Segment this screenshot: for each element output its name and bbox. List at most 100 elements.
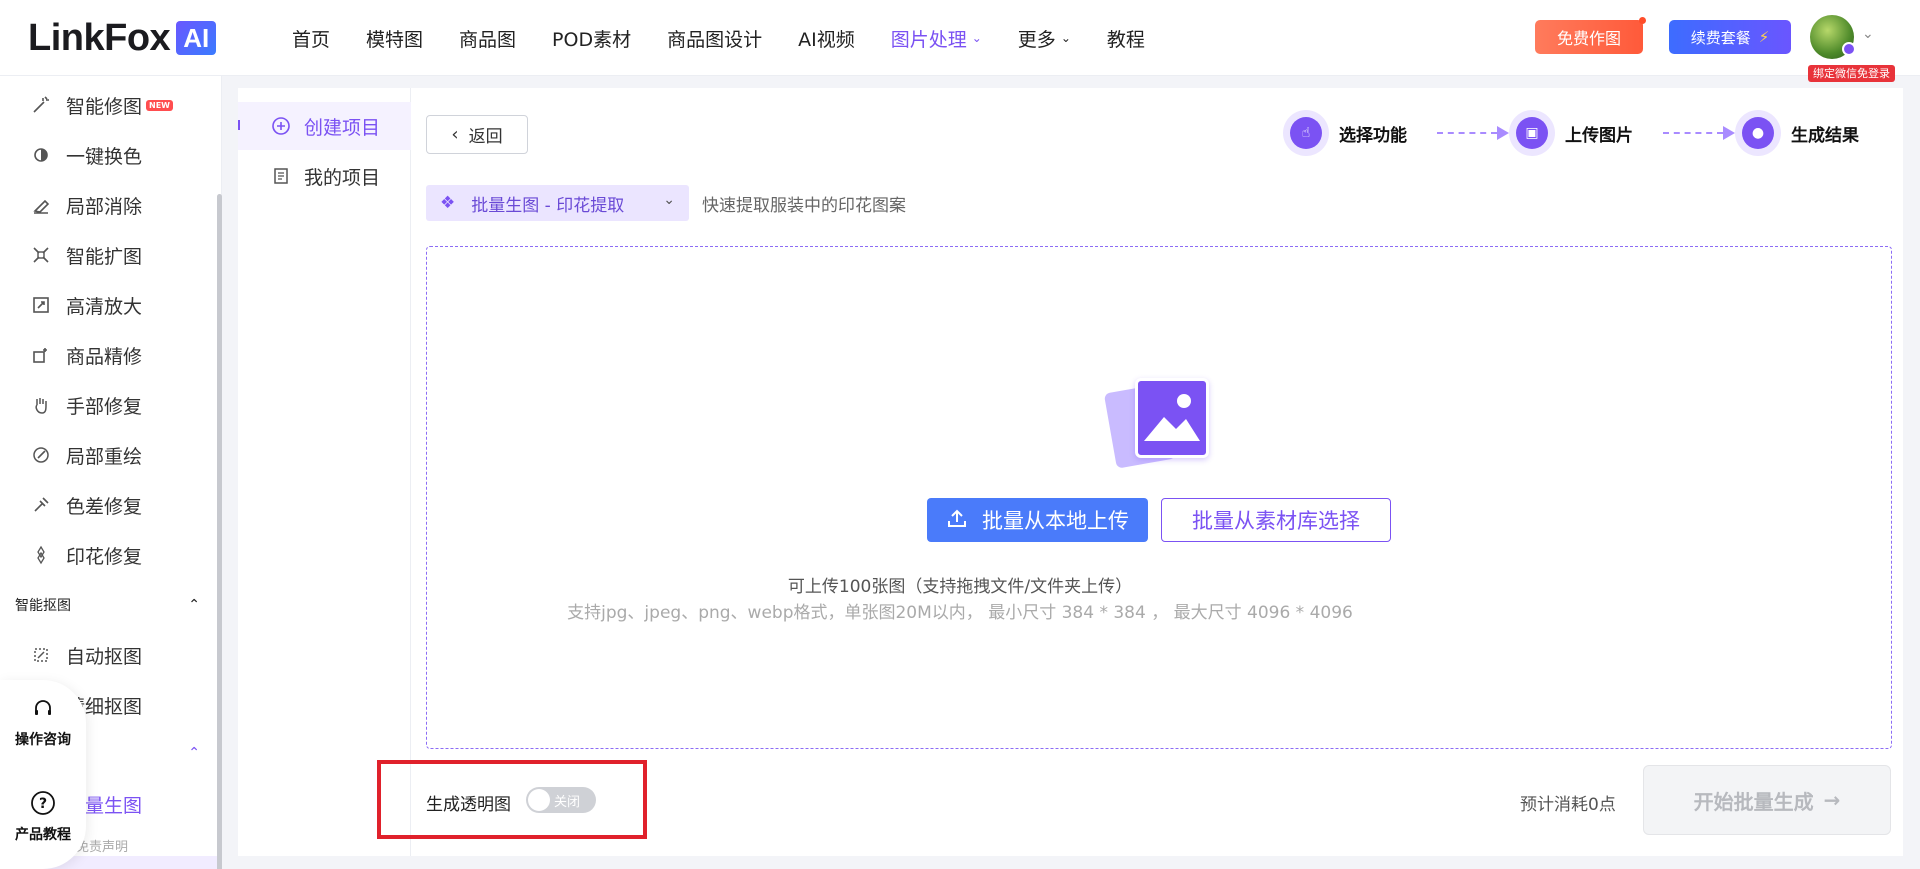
function-description: 快速提取服装中的印花图案: [702, 196, 906, 216]
sidebar-item-hand-fix[interactable]: 手部修复: [30, 390, 142, 420]
sidebar-item-label: 局部重绘: [66, 445, 143, 468]
color-swap-icon: [30, 144, 52, 166]
sidebar-item-print-fix[interactable]: 印花修复: [30, 540, 142, 570]
wechat-bind-tag[interactable]: 绑定微信免登录: [1808, 65, 1895, 82]
crown-badge-icon: [1842, 42, 1856, 56]
sidebar-scrollbar[interactable]: [217, 194, 222, 869]
step-label: 上传图片: [1565, 125, 1633, 146]
sidebar-item-label: 印花修复: [66, 545, 143, 568]
sidebar-item-label: 智能扩图: [66, 245, 143, 268]
nav-label: 商品图: [459, 28, 517, 51]
sidebar-item-upscale[interactable]: 高清放大: [30, 290, 142, 320]
tutorial-button[interactable]: ? 产品教程: [0, 790, 86, 844]
project-subpanel: 创建项目 我的项目: [238, 88, 411, 856]
new-badge: NEW: [146, 99, 173, 111]
chevron-down-icon[interactable]: ⌄: [1862, 26, 1874, 42]
nav-label: 首页: [292, 28, 331, 51]
nav-product-design[interactable]: 商品图设计: [667, 25, 762, 52]
nav-more[interactable]: 更多 ⌄: [1018, 25, 1071, 52]
help-circle-icon: ?: [30, 790, 56, 820]
sidebar-item-label: 一键换色: [66, 145, 143, 168]
sidebar-item-label: 色差修复: [66, 495, 143, 518]
transparent-label: 生成透明图: [426, 795, 511, 815]
consult-button[interactable]: 操作咨询: [0, 697, 86, 749]
chevron-down-icon: ⌄: [1060, 31, 1071, 45]
main-nav: 首页 模特图 商品图 POD素材 商品图设计 AI视频 图片处理 ⌄ 更多 ⌄ 教程: [292, 0, 1181, 76]
upload-hint: 可上传100张图（支持拖拽文件/文件夹上传）: [787, 577, 1133, 597]
sidebar-item-label: 手部修复: [66, 395, 143, 418]
my-projects-tab[interactable]: 我的项目: [238, 152, 411, 200]
nav-pod[interactable]: POD素材: [552, 25, 631, 52]
expand-icon: [30, 244, 52, 266]
sidebar-item-smart-retouch[interactable]: 智能修图 NEW: [30, 90, 173, 120]
step-generate-result: ● 生成结果: [1735, 110, 1859, 156]
free-create-label: 免费作图: [1556, 29, 1621, 48]
sidebar-item-color-swap[interactable]: 一键换色: [30, 140, 142, 170]
consult-label: 操作咨询: [15, 732, 71, 748]
free-create-button[interactable]: 免费作图: [1535, 17, 1646, 54]
plus-circle-icon: [270, 115, 292, 137]
nav-label: 图片处理: [890, 28, 967, 51]
magic-wand-icon: [30, 94, 52, 116]
notification-dot: [1639, 17, 1646, 24]
image-placeholder-icon: [1103, 378, 1210, 469]
back-button[interactable]: ‹ 返回: [426, 115, 528, 154]
upload-local-label: 批量从本地上传: [982, 509, 1129, 533]
upload-dropzone[interactable]: [426, 246, 1892, 749]
sidebar-item-label: 智能修图: [66, 95, 143, 118]
step-arrow: [1437, 126, 1509, 140]
nav-model[interactable]: 模特图: [366, 25, 423, 52]
step-arrow: [1663, 126, 1735, 140]
renew-plan-button[interactable]: 续费套餐 ⚡: [1669, 20, 1791, 54]
logo[interactable]: LinkFox AI: [28, 16, 217, 59]
nav-label: 教程: [1106, 28, 1145, 51]
active-marker: [238, 120, 240, 130]
nav-home[interactable]: 首页: [292, 25, 330, 52]
upload-local-button[interactable]: 批量从本地上传: [927, 498, 1148, 542]
nav-tutorial[interactable]: 教程: [1107, 25, 1145, 52]
toggle-knob: [528, 789, 550, 811]
nav-label: AI视频: [798, 28, 855, 51]
step-select-function: ☝ 选择功能: [1283, 110, 1407, 156]
sidebar-item-smart-expand[interactable]: 智能扩图: [30, 240, 142, 270]
product-retouch-icon: [30, 344, 52, 366]
arrow-right-icon: →: [1823, 788, 1841, 812]
select-from-library-label: 批量从素材库选择: [1192, 509, 1360, 533]
start-batch-button[interactable]: 开始批量生成 →: [1643, 765, 1891, 835]
sidebar-item-color-fix[interactable]: 色差修复: [30, 490, 142, 520]
hand-icon: [30, 394, 52, 416]
transparent-toggle[interactable]: 关闭: [526, 787, 596, 813]
upload-icon: [946, 507, 968, 534]
step-progress: ☝ 选择功能 ▣ 上传图片 ● 生成结果: [1283, 110, 1859, 156]
pointer-hand-icon: ☝: [1290, 117, 1322, 149]
sidebar-item-label: 高清放大: [66, 295, 143, 318]
upload-image-icon: ▣: [1516, 117, 1548, 149]
floating-help-panel: 操作咨询 ? 产品教程: [0, 680, 86, 869]
lightbulb-icon: ●: [1742, 117, 1774, 149]
step-label: 选择功能: [1339, 125, 1407, 146]
nav-image-processing[interactable]: 图片处理 ⌄: [891, 25, 982, 52]
sidebar-item-auto-matting[interactable]: 自动抠图: [30, 640, 142, 670]
nav-label: 更多: [1017, 28, 1056, 51]
step-upload-image: ▣ 上传图片: [1509, 110, 1633, 156]
step-label: 生成结果: [1791, 125, 1859, 146]
create-project-label: 创建项目: [304, 116, 381, 139]
sidebar-item-repaint[interactable]: 局部重绘: [30, 440, 142, 470]
create-project-tab[interactable]: 创建项目: [238, 102, 411, 150]
select-from-library-button[interactable]: 批量从素材库选择: [1161, 498, 1391, 542]
estimated-cost: 预计消耗0点: [1520, 795, 1616, 815]
upscale-icon: [30, 294, 52, 316]
nav-product[interactable]: 商品图: [459, 25, 516, 52]
sidebar-item-product-retouch[interactable]: 商品精修: [30, 340, 142, 370]
start-batch-label: 开始批量生成: [1693, 789, 1814, 814]
format-hint: 支持jpg、jpeg、png、webp格式，单张图20M以内， 最小尺寸 384…: [567, 603, 1353, 623]
document-icon: [270, 165, 292, 187]
chevron-down-icon: ⌄: [971, 31, 982, 45]
sidebar-item-local-erase[interactable]: 局部消除: [30, 190, 142, 220]
highlight-box: [377, 760, 647, 839]
headset-icon: [31, 697, 55, 725]
logo-text: LinkFox: [28, 16, 171, 59]
nav-ai-video[interactable]: AI视频: [798, 25, 855, 52]
chevron-down-icon: ⌄: [663, 192, 675, 208]
function-select[interactable]: ❖ 批量生图 - 印花提取 ⌄: [426, 185, 689, 221]
